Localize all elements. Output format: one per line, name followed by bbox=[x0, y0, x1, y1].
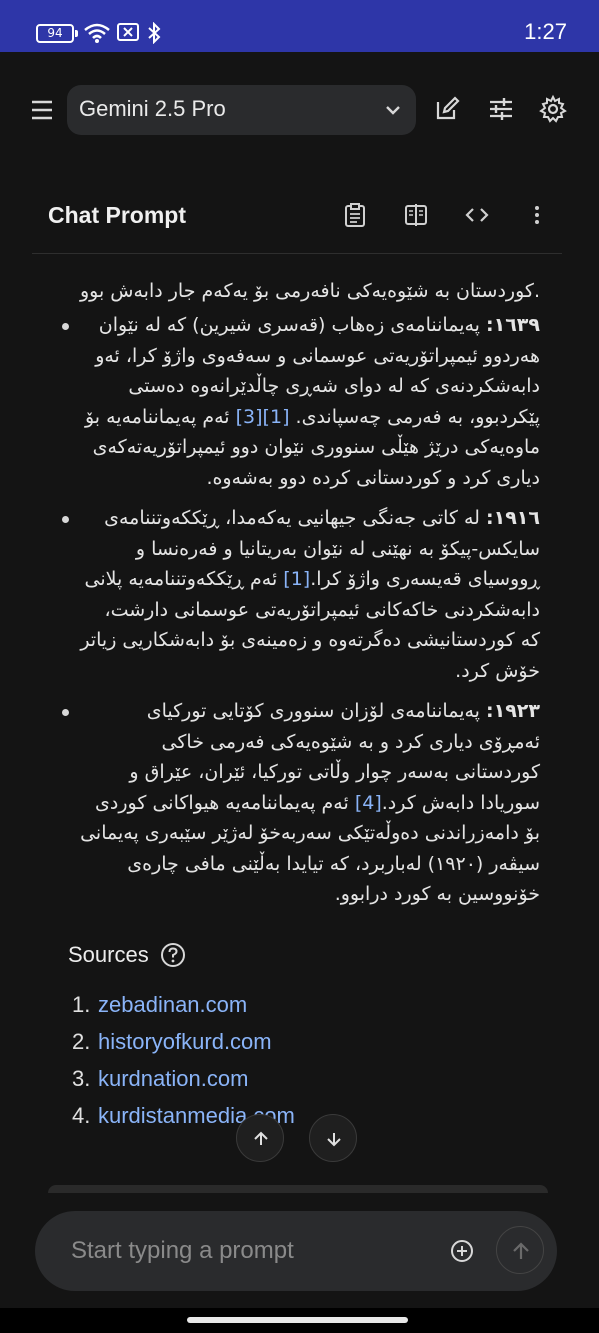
send-button[interactable] bbox=[496, 1226, 544, 1274]
bullet-dot bbox=[62, 709, 69, 716]
clipboard-icon[interactable] bbox=[342, 202, 368, 228]
arrow-down-icon bbox=[327, 1133, 341, 1147]
source-number: 2. bbox=[72, 1029, 91, 1054]
bluetooth-icon bbox=[148, 22, 161, 44]
help-icon[interactable] bbox=[160, 942, 186, 968]
divider bbox=[32, 253, 562, 254]
list-item: ١٩٢٣: پەیماننامەی لۆزان سنووری کۆتایی تو… bbox=[60, 696, 540, 910]
source-number: 1. bbox=[72, 992, 91, 1017]
year-label: ١٦٣٩: bbox=[486, 314, 540, 336]
bullet-dot bbox=[62, 323, 69, 330]
response-content: .کوردستان بە شێوەیەکی نافەرمی بۆ یەکەم ج… bbox=[0, 256, 599, 1186]
add-circle-icon[interactable] bbox=[449, 1238, 475, 1264]
content-edge bbox=[48, 1185, 548, 1193]
bullet-list: ١٦٣٩: پەیماننامەی زەهاب (قەسری شیرین) کە… bbox=[60, 310, 540, 920]
clock: 1:27 bbox=[524, 19, 567, 44]
citation-link[interactable]: [4] bbox=[355, 792, 382, 814]
app-header: Gemini 2.5 Pro bbox=[0, 52, 599, 172]
scroll-down-button[interactable] bbox=[309, 1114, 357, 1162]
battery-level: 94 bbox=[47, 26, 63, 40]
edit-icon[interactable] bbox=[432, 94, 462, 124]
source-item: 1. zebadinan.com bbox=[72, 992, 295, 1029]
chevron-down-icon bbox=[386, 106, 400, 115]
source-link[interactable]: zebadinan.com bbox=[98, 992, 247, 1017]
year-label: ١٩١٦: bbox=[486, 507, 540, 529]
compare-icon[interactable] bbox=[403, 202, 429, 228]
menu-icon[interactable] bbox=[24, 96, 60, 124]
bullet-dot bbox=[62, 516, 69, 523]
citation-link[interactable]: [1][3] bbox=[236, 406, 290, 428]
sources-heading: Sources bbox=[68, 942, 149, 967]
more-vert-icon[interactable] bbox=[524, 202, 550, 228]
chat-prompt-header: Chat Prompt bbox=[0, 172, 599, 256]
source-link[interactable]: kurdnation.com bbox=[98, 1066, 248, 1091]
panel-title: Chat Prompt bbox=[48, 202, 186, 228]
prompt-input[interactable] bbox=[71, 1231, 431, 1271]
no-sim-icon bbox=[117, 23, 139, 41]
wifi-icon bbox=[84, 23, 110, 43]
prompt-composer bbox=[35, 1211, 557, 1291]
arrow-up-icon bbox=[254, 1131, 268, 1145]
home-indicator[interactable] bbox=[187, 1317, 408, 1323]
source-item: 2. historyofkurd.com bbox=[72, 1029, 295, 1066]
source-number: 4. bbox=[72, 1103, 91, 1128]
model-select[interactable]: Gemini 2.5 Pro bbox=[67, 85, 416, 135]
scroll-up-button[interactable] bbox=[236, 1114, 284, 1162]
source-link[interactable]: historyofkurd.com bbox=[98, 1029, 272, 1054]
year-label: ١٩٢٣: bbox=[486, 700, 540, 722]
battery-icon: 94 bbox=[36, 24, 78, 43]
list-item: ١٦٣٩: پەیماننامەی زەهاب (قەسری شیرین) کە… bbox=[60, 310, 540, 493]
code-icon[interactable] bbox=[464, 202, 490, 228]
source-number: 3. bbox=[72, 1066, 91, 1091]
list-item: ١٩١٦: لە کاتی جەنگی جیهانیی یەکەمدا، ڕێک… bbox=[60, 503, 540, 686]
citation-link[interactable]: [1] bbox=[283, 568, 310, 590]
model-name: Gemini 2.5 Pro bbox=[79, 96, 226, 121]
source-item: 3. kurdnation.com bbox=[72, 1066, 295, 1103]
tune-icon[interactable] bbox=[486, 94, 516, 124]
settings-gear-icon[interactable] bbox=[538, 94, 568, 124]
paragraph: .کوردستان بە شێوەیەکی نافەرمی بۆ یەکەم ج… bbox=[79, 280, 540, 302]
status-bar: 94 1:27 bbox=[0, 0, 599, 52]
arrow-up-icon bbox=[513, 1242, 529, 1259]
